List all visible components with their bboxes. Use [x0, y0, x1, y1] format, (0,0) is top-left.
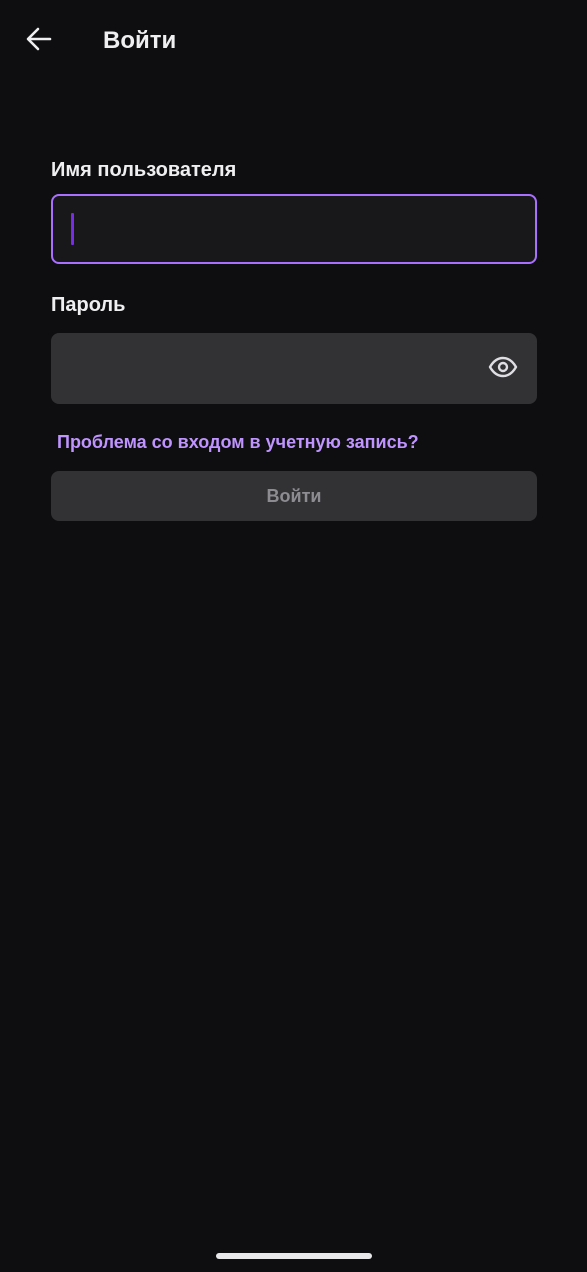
show-password-toggle[interactable] [487, 353, 519, 385]
login-button[interactable]: Войти [51, 471, 537, 521]
username-input[interactable] [53, 196, 535, 262]
username-field[interactable] [51, 194, 537, 264]
eye-icon [488, 352, 518, 387]
app-bar: Войти [0, 0, 587, 80]
home-indicator[interactable] [216, 1253, 372, 1259]
trouble-signing-in-link[interactable]: Проблема со входом в учетную запись? [57, 431, 419, 453]
password-field[interactable] [51, 333, 537, 404]
arrow-left-icon [25, 25, 53, 53]
page-title: Войти [103, 27, 177, 54]
password-input[interactable] [51, 333, 537, 404]
password-label: Пароль [51, 294, 126, 316]
username-label: Имя пользователя [51, 159, 237, 181]
back-button[interactable] [18, 18, 60, 60]
